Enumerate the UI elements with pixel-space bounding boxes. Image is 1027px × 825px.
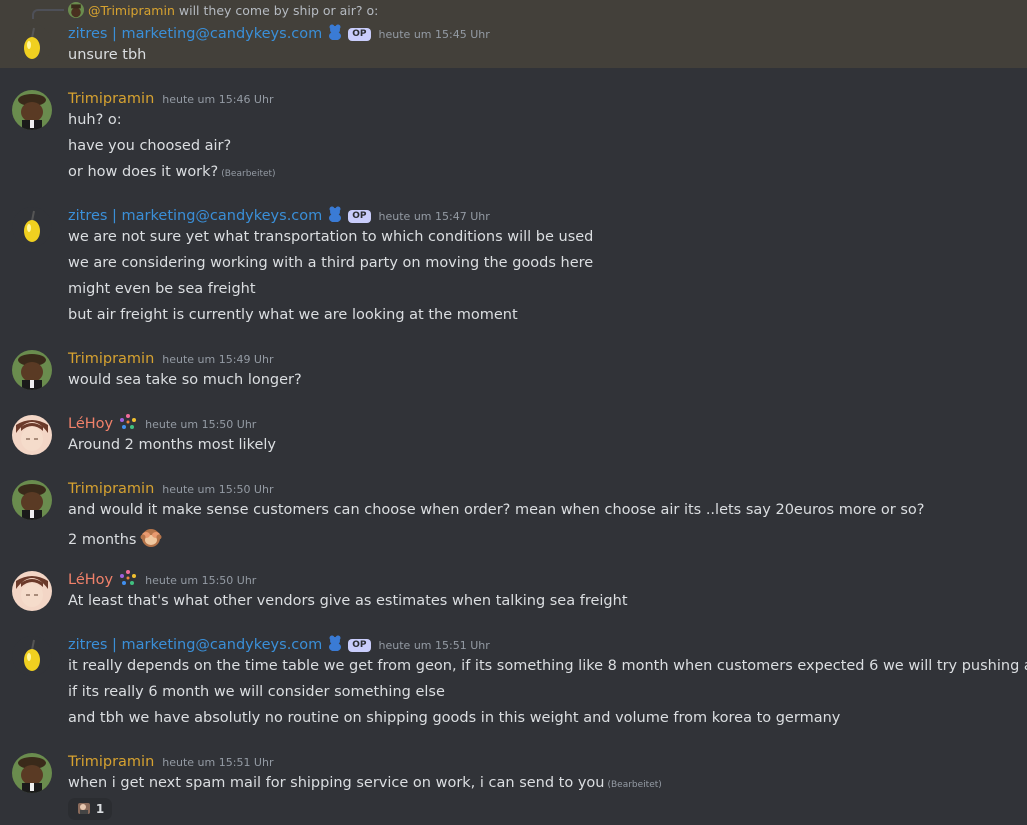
username[interactable]: LéHoy bbox=[68, 416, 113, 432]
timestamp[interactable]: heute um 15:45 Uhr bbox=[379, 28, 490, 41]
sparkle-dots-icon bbox=[119, 569, 137, 591]
edited-label: (Bearbeitet) bbox=[607, 780, 662, 790]
timestamp[interactable]: heute um 15:46 Uhr bbox=[162, 93, 273, 106]
avatar-trimipramin[interactable] bbox=[12, 90, 52, 130]
username[interactable]: Trimipramin bbox=[68, 481, 154, 497]
avatar-trimipramin[interactable] bbox=[12, 350, 52, 390]
reply-connector bbox=[32, 9, 64, 19]
avatar-lehoy[interactable] bbox=[12, 415, 52, 455]
message-header: zitres | marketing@candykeys.com OP heut… bbox=[68, 206, 490, 226]
reaction-button[interactable]: 1 bbox=[68, 798, 112, 820]
message-text: 2 months bbox=[68, 532, 137, 548]
avatar-trimipramin[interactable] bbox=[12, 753, 52, 793]
timestamp[interactable]: heute um 15:47 Uhr bbox=[379, 210, 490, 223]
message-header: LéHoy heute um 15:50 Uhr bbox=[68, 414, 256, 434]
message-line: and would it make sense customers can ch… bbox=[68, 502, 925, 518]
username[interactable]: zitres | marketing@candykeys.com bbox=[68, 26, 322, 42]
message-line: if its really 6 month we will consider s… bbox=[68, 684, 445, 700]
username[interactable]: LéHoy bbox=[68, 572, 113, 588]
message-header: zitres | marketing@candykeys.com OP heut… bbox=[68, 635, 490, 655]
username[interactable]: Trimipramin bbox=[68, 351, 154, 367]
message-group-zitres-3[interactable]: zitres | marketing@candykeys.com OP heut… bbox=[0, 632, 1027, 742]
username[interactable]: Trimipramin bbox=[68, 754, 154, 770]
message-line: 2 months bbox=[68, 526, 162, 554]
message-header: Trimipramin heute um 15:46 Uhr bbox=[68, 89, 273, 109]
sparkle-dots-icon bbox=[119, 413, 137, 435]
reply-avatar bbox=[68, 2, 84, 18]
message-text: or how does it work? bbox=[68, 164, 219, 180]
message-group-lehoy-1[interactable]: LéHoy heute um 15:50 Uhr Around 2 months… bbox=[0, 411, 1027, 461]
message-group-trimipramin-4[interactable]: Trimipramin heute um 15:51 Uhr when i ge… bbox=[0, 749, 1027, 825]
message-line: At least that's what other vendors give … bbox=[68, 593, 628, 609]
message-line: have you choosed air? bbox=[68, 138, 232, 154]
message-header: zitres | marketing@candykeys.com OP heut… bbox=[68, 24, 490, 44]
reply-mention[interactable]: @Trimipramin bbox=[88, 3, 175, 18]
message-line: huh? o: bbox=[68, 112, 122, 128]
avatar-zitres[interactable] bbox=[12, 207, 52, 247]
message-group-lehoy-2[interactable]: LéHoy heute um 15:50 Uhr At least that's… bbox=[0, 567, 1027, 617]
message-header: Trimipramin heute um 15:50 Uhr bbox=[68, 479, 273, 499]
message-header: Trimipramin heute um 15:51 Uhr bbox=[68, 752, 273, 772]
message-group-zitres-1[interactable]: @Trimipramin will they come by ship or a… bbox=[0, 0, 1027, 68]
message-line: or how does it work? (Bearbeitet) bbox=[68, 162, 276, 184]
message-group-trimipramin-2[interactable]: Trimipramin heute um 15:49 Uhr would sea… bbox=[0, 346, 1027, 396]
message-group-trimipramin-1[interactable]: Trimipramin heute um 15:46 Uhr huh? o: h… bbox=[0, 86, 1027, 186]
timestamp[interactable]: heute um 15:50 Uhr bbox=[162, 483, 273, 496]
message-line: and tbh we have absolutly no routine on … bbox=[68, 710, 841, 726]
message-line: it really depends on the time table we g… bbox=[68, 658, 1027, 674]
see-no-evil-monkey-icon bbox=[140, 526, 162, 554]
timestamp[interactable]: heute um 15:50 Uhr bbox=[145, 418, 256, 431]
reaction-emoji-icon bbox=[76, 800, 92, 819]
edited-label: (Bearbeitet) bbox=[221, 169, 276, 179]
gummy-bear-icon bbox=[328, 635, 342, 655]
username[interactable]: zitres | marketing@candykeys.com bbox=[68, 637, 322, 653]
reaction-count: 1 bbox=[95, 802, 105, 816]
message-line: we are not sure yet what transportation … bbox=[68, 229, 594, 245]
message-line: would sea take so much longer? bbox=[68, 372, 302, 388]
message-header: Trimipramin heute um 15:49 Uhr bbox=[68, 349, 273, 369]
avatar-trimipramin[interactable] bbox=[12, 480, 52, 520]
username[interactable]: zitres | marketing@candykeys.com bbox=[68, 208, 322, 224]
message-line: might even be sea freight bbox=[68, 281, 256, 297]
gummy-bear-icon bbox=[328, 24, 342, 44]
op-badge: OP bbox=[348, 638, 371, 652]
avatar-lehoy[interactable] bbox=[12, 571, 52, 611]
message-group-trimipramin-3[interactable]: Trimipramin heute um 15:50 Uhr and would… bbox=[0, 476, 1027, 556]
timestamp[interactable]: heute um 15:50 Uhr bbox=[145, 574, 256, 587]
message-header: LéHoy heute um 15:50 Uhr bbox=[68, 570, 256, 590]
op-badge: OP bbox=[348, 209, 371, 223]
gummy-bear-icon bbox=[328, 206, 342, 226]
username[interactable]: Trimipramin bbox=[68, 91, 154, 107]
message-line: Around 2 months most likely bbox=[68, 437, 276, 453]
message-line: when i get next spam mail for shipping s… bbox=[68, 773, 662, 795]
avatar-zitres[interactable] bbox=[12, 636, 52, 676]
timestamp[interactable]: heute um 15:49 Uhr bbox=[162, 353, 273, 366]
message-line: unsure tbh bbox=[68, 47, 147, 63]
timestamp[interactable]: heute um 15:51 Uhr bbox=[162, 756, 273, 769]
op-badge: OP bbox=[348, 27, 371, 41]
message-line: but air freight is currently what we are… bbox=[68, 307, 518, 323]
message-line: we are considering working with a third … bbox=[68, 255, 594, 271]
avatar-zitres[interactable] bbox=[12, 24, 52, 64]
message-text: when i get next spam mail for shipping s… bbox=[68, 775, 605, 791]
reply-text[interactable]: will they come by ship or air? o: bbox=[179, 3, 378, 18]
timestamp[interactable]: heute um 15:51 Uhr bbox=[379, 639, 490, 652]
message-group-zitres-2[interactable]: zitres | marketing@candykeys.com OP heut… bbox=[0, 203, 1027, 333]
reply-preview[interactable]: @Trimipramin will they come by ship or a… bbox=[68, 2, 378, 18]
